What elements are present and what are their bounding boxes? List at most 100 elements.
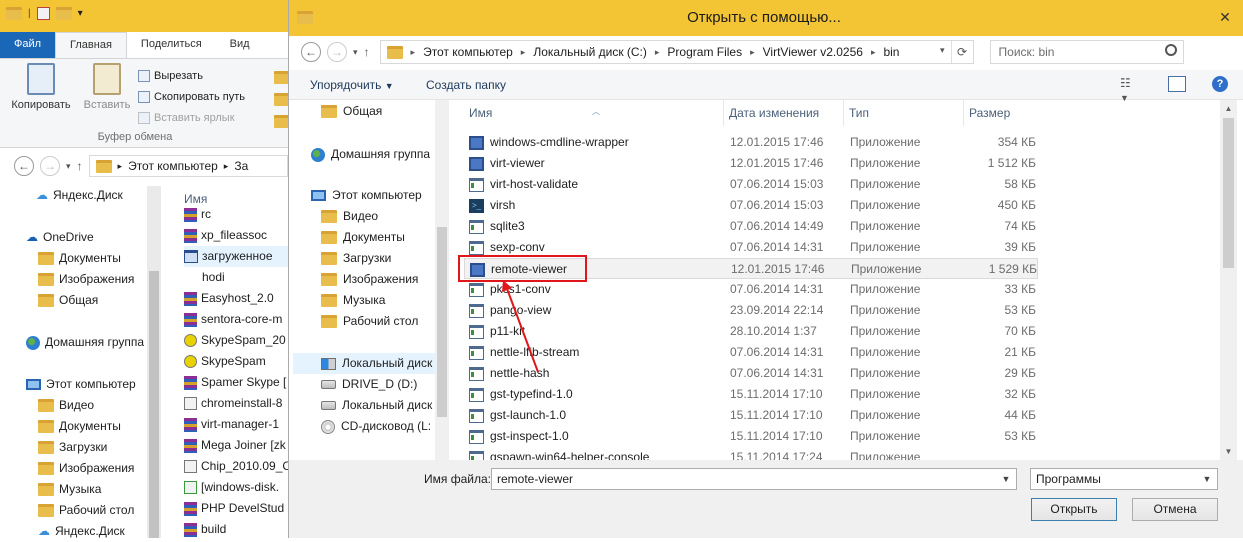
file-type-filter[interactable]: Программы ▼	[1030, 468, 1218, 490]
breadcrumb-virtviewer[interactable]: VirtViewer v2.0256	[763, 45, 863, 59]
breadcrumb-next[interactable]: За	[234, 159, 248, 173]
help-icon[interactable]: ?	[1212, 76, 1228, 92]
breadcrumb-bin[interactable]: bin	[883, 45, 899, 59]
list-item[interactable]: [windows-disk.	[184, 477, 288, 498]
cancel-button[interactable]: Отмена	[1132, 498, 1218, 521]
list-item[interactable]: загруженное	[184, 246, 288, 267]
nav-item-shared[interactable]: Общая	[38, 290, 98, 311]
address-box[interactable]: ▸ Этот компьютер ▸ За	[88, 155, 288, 177]
nav-item-desktop[interactable]: Рабочий стол	[321, 311, 418, 332]
copy-path-button[interactable]: Скопировать путь	[138, 86, 245, 107]
address-box[interactable]: ▸ Этот компьютер ▸ Локальный диск (C:) ▸…	[379, 40, 974, 64]
nav-item-video[interactable]: Видео	[321, 206, 378, 227]
back-button[interactable]: ←	[301, 42, 321, 62]
nav-item-documents[interactable]: Документы	[321, 227, 405, 248]
list-item[interactable]: hodi	[184, 267, 288, 288]
close-button[interactable]: ✕	[1214, 6, 1236, 28]
back-button[interactable]: ←	[14, 156, 34, 176]
table-row[interactable]: >_ virsh 07.06.2014 15:03 Приложение 450 КБ	[464, 195, 1038, 216]
nav-item-video[interactable]: Видео	[38, 395, 94, 416]
nav-item-music[interactable]: Музыка	[38, 479, 101, 500]
chevron-right-icon[interactable]: ▸	[521, 47, 526, 58]
list-item[interactable]: Mega Joiner [zk	[184, 435, 288, 456]
table-row[interactable]: virt-host-validate 07.06.2014 15:03 Прилож…	[464, 174, 1038, 195]
forward-button[interactable]: →	[40, 156, 60, 176]
list-item[interactable]: chromeinstall-8	[184, 393, 288, 414]
recent-dropdown-icon[interactable]: ▾	[353, 47, 358, 58]
list-item[interactable]: Easyhost_2.0	[184, 288, 288, 309]
list-item[interactable]: PHP DevelStud	[184, 498, 288, 519]
scrollbar-thumb[interactable]	[1223, 118, 1234, 268]
nav-item-downloads[interactable]: Загрузки	[321, 248, 391, 269]
preview-pane-icon[interactable]	[1168, 76, 1186, 92]
list-item[interactable]: Spamer Skype [	[184, 372, 288, 393]
chevron-right-icon[interactable]: ▸	[750, 47, 755, 58]
table-row[interactable]: gst-typefind-1.0 15.11.2014 17:10 Приложен…	[464, 384, 1038, 405]
list-item[interactable]: Chip_2010.09_C	[184, 456, 288, 477]
organize-button[interactable]: Упорядочить ▼	[310, 78, 394, 92]
search-input[interactable]: Поиск: bin	[989, 40, 1184, 64]
nav-item-local-disk-c[interactable]: Локальный диск	[293, 353, 435, 374]
tab-share[interactable]: Поделиться	[127, 32, 216, 58]
column-header-size[interactable]: Размер	[964, 100, 1084, 126]
list-item[interactable]: SkypeSpam	[184, 351, 288, 372]
tab-view[interactable]: Вид	[216, 32, 264, 58]
folder-icon[interactable]	[6, 7, 22, 20]
refresh-button[interactable]: ⟳	[950, 41, 973, 63]
forward-button[interactable]: →	[327, 42, 347, 62]
scroll-down-icon[interactable]: ▼	[1220, 443, 1237, 460]
nav-item-homegroup[interactable]: Домашняя группа	[311, 144, 430, 165]
nav-item-yandex-disk[interactable]: ☁ Яндекс.Диск	[36, 185, 123, 206]
nav-item-downloads[interactable]: Загрузки	[38, 437, 107, 458]
column-header-type[interactable]: Тип	[844, 100, 964, 126]
nav-item-documents[interactable]: Документы	[38, 416, 121, 437]
list-item[interactable]: rc	[184, 204, 288, 225]
table-row[interactable]: sqlite3 07.06.2014 14:49 Приложение 74 КБ	[464, 216, 1038, 237]
nav-scrollbar[interactable]	[147, 186, 161, 538]
column-header-date[interactable]: Дата изменения	[724, 100, 844, 126]
breadcrumb-program-files[interactable]: Program Files	[667, 45, 742, 59]
cut-button[interactable]: Вырезать	[138, 65, 245, 86]
scroll-up-icon[interactable]: ▲	[1220, 100, 1237, 117]
tab-file[interactable]: Файл	[0, 32, 56, 58]
list-item[interactable]: SkypeSpam_20	[184, 330, 288, 351]
table-row[interactable]: virt-viewer 12.01.2015 17:46 Приложение 1 5…	[464, 153, 1038, 174]
breadcrumb-this-pc[interactable]: Этот компьютер	[423, 45, 513, 59]
nav-item-drive-d[interactable]: DRIVE_D (D:)	[321, 374, 417, 395]
recent-dropdown-icon[interactable]: ▾	[66, 161, 71, 172]
table-row[interactable]: pango-view 23.09.2014 22:14 Приложение 53 К…	[464, 300, 1038, 321]
nav-item-images[interactable]: Изображения	[38, 458, 134, 479]
new-folder-button[interactable]: Создать папку	[426, 78, 506, 92]
up-button[interactable]: ↑	[364, 45, 370, 59]
column-header-name[interactable]: Имя ︿	[464, 100, 724, 126]
nav-item-desktop[interactable]: Рабочий стол	[38, 500, 134, 521]
nav-item-local-disk[interactable]: Локальный диск	[321, 395, 432, 416]
address-dropdown-icon[interactable]: ▾	[940, 45, 945, 56]
table-row[interactable]: pkcs1-conv 07.06.2014 14:31 Приложение 33 К…	[464, 279, 1038, 300]
nav-item-music[interactable]: Музыка	[321, 290, 385, 311]
paste-shortcut-button[interactable]: Вставить ярлык	[138, 107, 245, 128]
list-item[interactable]: xp_fileassoc	[184, 225, 288, 246]
nav-item-this-pc[interactable]: Этот компьютер	[311, 185, 422, 206]
nav-item-shared[interactable]: Общая	[321, 101, 382, 122]
chevron-down-icon[interactable]: ▼	[1199, 469, 1215, 489]
nav-item-images[interactable]: Изображения	[38, 269, 134, 290]
new-folder-icon[interactable]	[55, 7, 72, 20]
copy-button[interactable]: Копировать	[10, 63, 72, 111]
list-item[interactable]: sentora-core-m	[184, 309, 288, 330]
nav-item-documents[interactable]: Документы	[38, 248, 121, 269]
table-row[interactable]: nettle-hash 07.06.2014 14:31 Приложение 29 …	[464, 363, 1038, 384]
nav-item-homegroup[interactable]: Домашняя группа	[26, 332, 144, 353]
nav-item-yandex-disk[interactable]: ☁ Яндекс.Диск	[38, 521, 125, 542]
nav-item-images[interactable]: Изображения	[321, 269, 418, 290]
file-list-scrollbar[interactable]: ▲ ▼	[1220, 100, 1237, 460]
breadcrumb-local-disk-c[interactable]: Локальный диск (C:)	[533, 45, 647, 59]
nav-item-onedrive[interactable]: ☁ OneDrive	[26, 227, 94, 248]
table-row[interactable]: gspawn-win64-helper-console 15.11.2014 17…	[464, 447, 1038, 460]
up-button[interactable]: ↑	[77, 159, 83, 173]
chevron-right-icon[interactable]: ▸	[411, 47, 416, 58]
table-row[interactable]: nettle-lfib-stream 07.06.2014 14:31 Прилож…	[464, 342, 1038, 363]
scrollbar-thumb[interactable]	[437, 227, 447, 417]
list-item[interactable]: build	[184, 519, 288, 540]
chevron-right-icon[interactable]: ▸	[655, 47, 660, 58]
